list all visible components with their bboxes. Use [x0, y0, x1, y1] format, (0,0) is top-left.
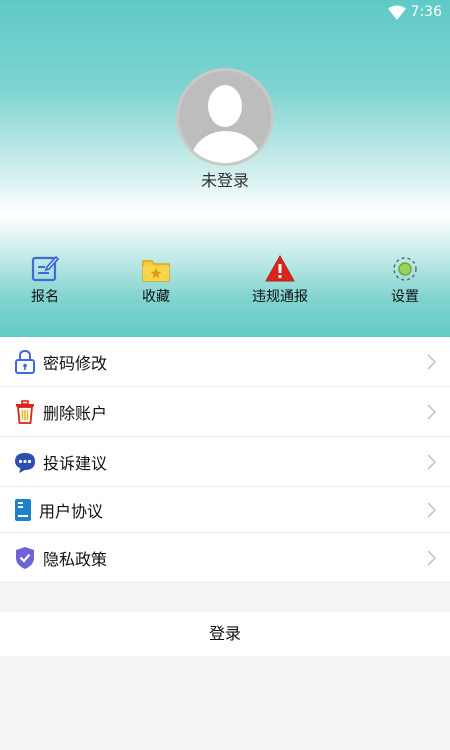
shortcut-favorites[interactable]: 收藏: [111, 254, 201, 306]
avatar[interactable]: [176, 68, 274, 166]
shortcut-signup[interactable]: 报名: [0, 254, 90, 306]
shortcut-label: 设置: [391, 289, 419, 305]
menu-item-privacy-policy[interactable]: 隐私政策: [0, 533, 450, 583]
chevron-right-icon: [427, 502, 436, 518]
status-time: 7:36: [410, 4, 442, 20]
menu-item-user-agreement[interactable]: 用户协议: [0, 487, 450, 533]
login-button[interactable]: 登录: [0, 612, 450, 656]
menu-list: 密码修改 删除账户 投诉建议 用户协议 隐私政策: [0, 337, 450, 583]
star-folder-icon: [142, 260, 170, 282]
profile-header: 7:36 未登录 报名 收藏 违规通报 设置: [0, 0, 450, 337]
chevron-right-icon: [427, 404, 436, 420]
menu-item-label: 隐私政策: [43, 549, 108, 569]
shortcut-label: 收藏: [142, 289, 170, 305]
wifi-icon: [388, 5, 406, 20]
status-bar: 7:36: [0, 0, 450, 26]
shortcut-label: 报名: [31, 289, 59, 305]
avatar-head-shape: [208, 85, 242, 127]
login-status-text[interactable]: 未登录: [0, 167, 450, 191]
chevron-right-icon: [427, 454, 436, 470]
chevron-right-icon: [427, 354, 436, 370]
menu-item-change-password[interactable]: 密码修改: [0, 337, 450, 387]
shortcut-violation-report[interactable]: 违规通报: [235, 254, 325, 306]
menu-item-label: 投诉建议: [43, 453, 108, 473]
shortcut-settings[interactable]: 设置: [360, 254, 450, 306]
document-icon: [15, 498, 31, 521]
menu-item-feedback[interactable]: 投诉建议: [0, 437, 450, 487]
chevron-right-icon: [427, 550, 436, 566]
menu-item-label: 用户协议: [39, 501, 104, 521]
lock-icon: [15, 349, 35, 374]
menu-item-label: 密码修改: [43, 353, 108, 373]
shield-check-icon: [16, 546, 34, 569]
menu-item-label: 删除账户: [43, 403, 108, 423]
chat-bubble-icon: [15, 452, 35, 473]
menu-item-delete-account[interactable]: 删除账户: [0, 387, 450, 437]
gear-icon: [393, 257, 417, 281]
avatar-body-shape: [191, 131, 261, 163]
trash-icon: [16, 399, 34, 424]
warning-icon: [265, 254, 295, 282]
edit-form-icon: [31, 255, 60, 282]
shortcut-label: 违规通报: [252, 289, 308, 305]
